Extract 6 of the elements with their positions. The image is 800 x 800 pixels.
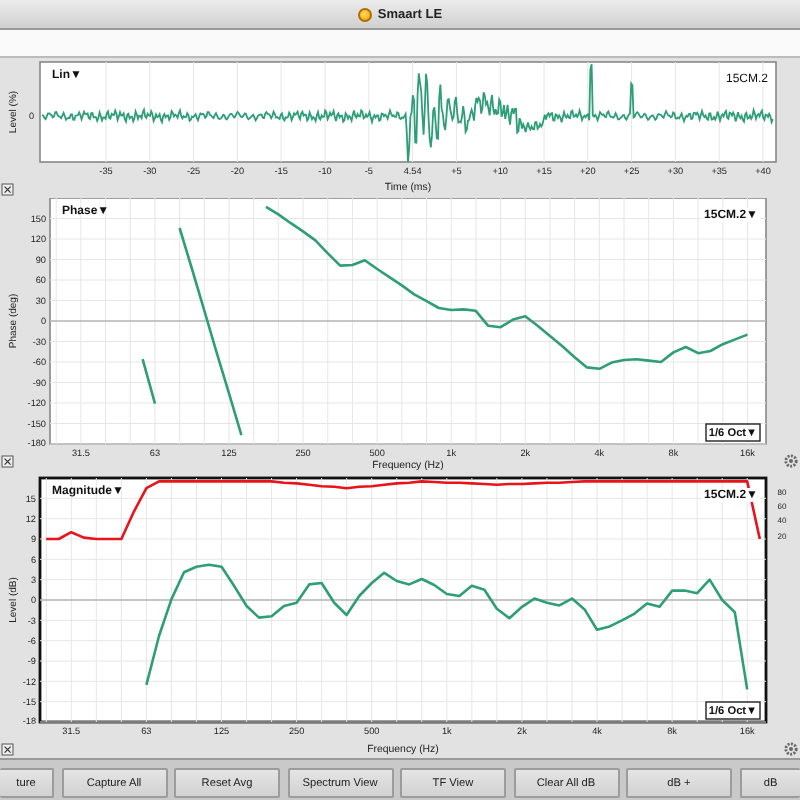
close-box-icon[interactable] [1, 743, 14, 756]
close-box-icon[interactable] [1, 455, 14, 468]
close-box-icon[interactable] [1, 183, 14, 196]
app-icon [357, 7, 372, 21]
settings-icon[interactable] [784, 454, 798, 468]
settings-icon[interactable] [784, 742, 798, 756]
